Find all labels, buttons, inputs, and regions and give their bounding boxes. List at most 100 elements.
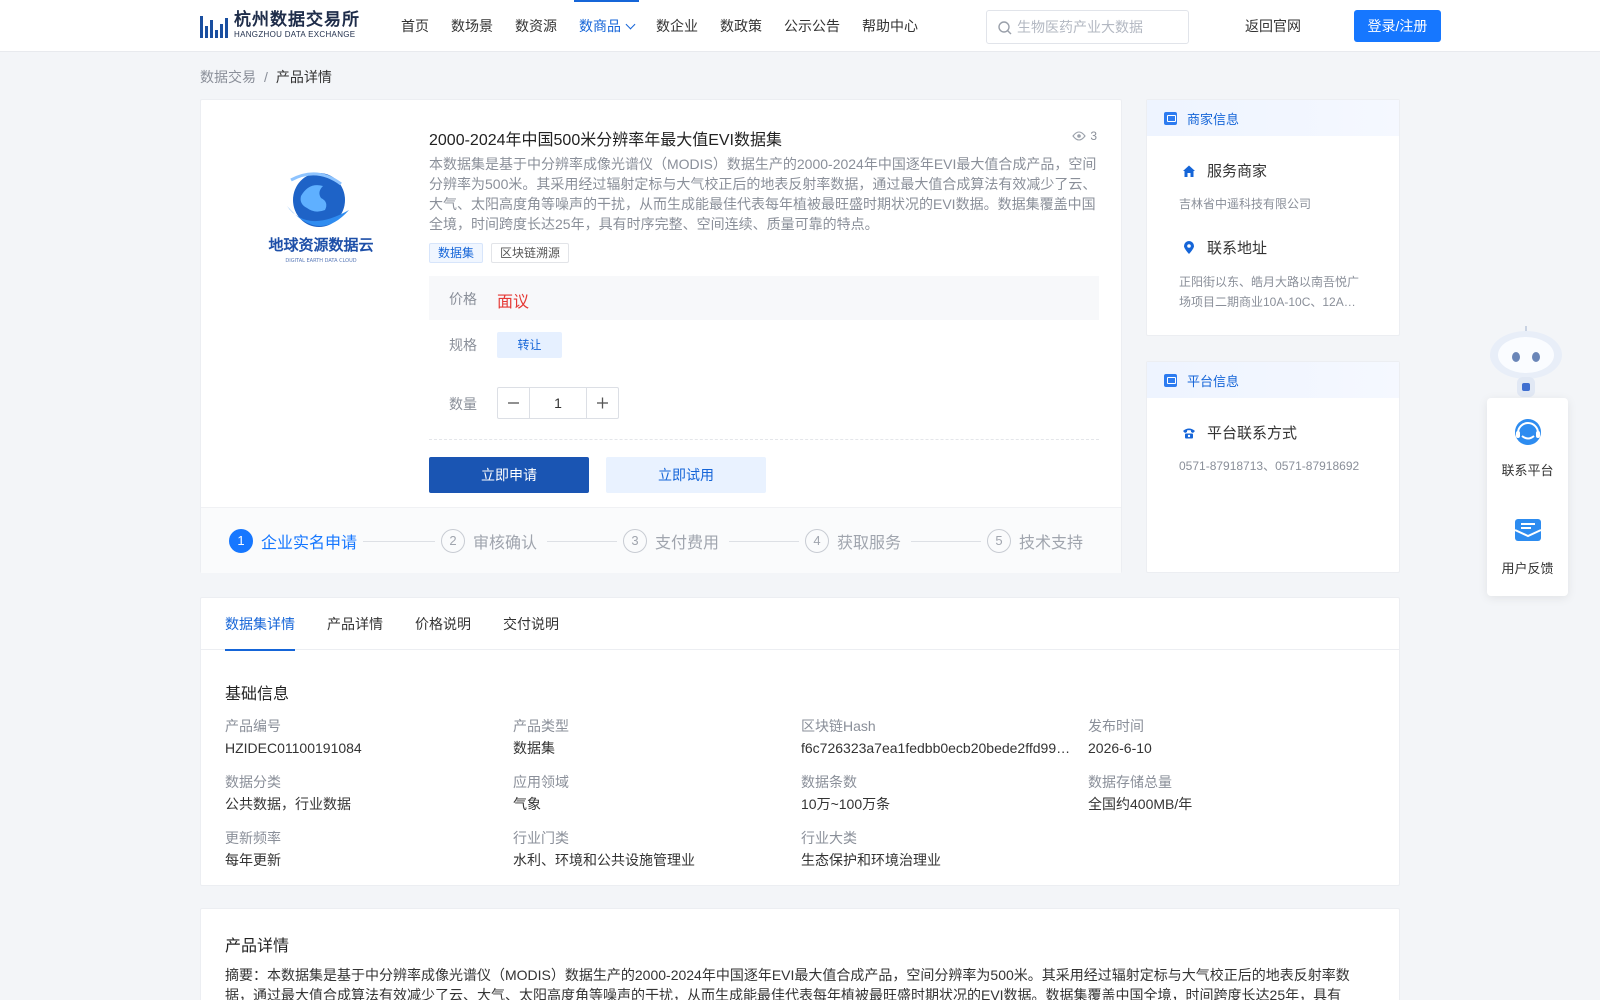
provider-logo-text: 地球资源数据云 (268, 236, 373, 254)
nav-products-label: 数商品 (579, 18, 621, 34)
location-pin-icon (1179, 238, 1199, 258)
user-feedback-button[interactable]: 用户反馈 (1487, 496, 1568, 594)
step-4: 4 获取服务 (805, 529, 901, 553)
field-value: 数据集 (513, 740, 555, 756)
user-feedback-label: 用户反馈 (1501, 561, 1554, 576)
try-now-button[interactable]: 立即试用 (606, 457, 766, 493)
field-label: 更新频率 (225, 830, 281, 846)
provider-logo-subtext: DIGITAL EARTH DATA CLOUD (285, 258, 356, 264)
spec-option-transfer[interactable]: 转让 (497, 332, 562, 358)
nav-products[interactable]: 数商品 (568, 0, 645, 52)
step-5: 5 技术支持 (987, 529, 1083, 553)
nav-home[interactable]: 首页 (390, 0, 440, 52)
nav-policies[interactable]: 数政策 (709, 0, 773, 52)
field-label: 产品类型 (513, 718, 569, 734)
field-value: 气象 (513, 796, 541, 812)
step-number: 1 (229, 529, 253, 553)
provider-logo: 地球资源数据云 DIGITAL EARTH DATA CLOUD (268, 172, 374, 264)
field-value: 全国约400MB/年 (1088, 796, 1193, 812)
merchant-name: 吉林省中遥科技有限公司 (1179, 197, 1312, 211)
platform-info-card: 平台信息 平台联系方式 0571-87918713、0571-87918692 (1146, 361, 1400, 573)
search-icon[interactable] (997, 20, 1013, 36)
field-label: 数据存储总量 (1088, 774, 1172, 790)
step-label: 获取服务 (837, 535, 902, 552)
nav-announcements[interactable]: 公示公告 (773, 0, 851, 52)
nav-help[interactable]: 帮助中心 (851, 0, 929, 52)
breadcrumb-root[interactable]: 数据交易 (200, 69, 256, 85)
tab-dataset-details[interactable]: 数据集详情 (225, 598, 295, 651)
address-label: 联系地址 (1207, 240, 1268, 257)
floating-service-panel: 联系平台 用户反馈 (1487, 398, 1568, 596)
field-publish-date: 发布时间 2026-6-10 (1088, 716, 1363, 758)
main-nav: 首页 数场景 数资源 数商品 数企业 数政策 公示公告 帮助中心 (390, 0, 929, 52)
quantity-label: 数量 (449, 396, 477, 412)
login-register-button[interactable]: 登录/注册 (1354, 10, 1441, 42)
apply-now-button[interactable]: 立即申请 (429, 457, 589, 493)
step-2: 2 审核确认 (441, 529, 537, 553)
feedback-mail-icon (1514, 519, 1542, 541)
field-application-domain: 应用领域 气象 (513, 772, 788, 814)
field-value: 公共数据，行业数据 (225, 796, 351, 812)
logo-title: 杭州数据交易所 (234, 10, 360, 29)
product-title: 2000-2024年中国500米分辨率年最大值EVI数据集 (429, 132, 783, 149)
merchant-info-card: 商家信息 服务商家 吉林省中遥科技有限公司 联系地址 正阳街以东、皓月大路以南吾… (1146, 99, 1400, 336)
quantity-value[interactable]: 1 (529, 388, 587, 418)
merchant-info-title: 商家信息 (1187, 111, 1240, 127)
address-heading: 联系地址 (1179, 237, 1267, 258)
field-label: 产品编号 (225, 718, 281, 734)
field-value: 每年更新 (225, 852, 281, 868)
nav-resources[interactable]: 数资源 (504, 0, 568, 52)
detail-tabs: 数据集详情 产品详情 价格说明 交付说明 (201, 598, 1399, 651)
info-card-icon (1164, 373, 1177, 387)
tab-price-notes[interactable]: 价格说明 (415, 598, 471, 650)
tag-dataset: 数据集 (429, 243, 484, 263)
platform-phone: 0571-87918713、0571-87918692 (1179, 459, 1360, 473)
tab-delivery-notes[interactable]: 交付说明 (503, 598, 559, 650)
platform-info-title: 平台信息 (1187, 373, 1240, 389)
view-count: 3 (1072, 129, 1097, 143)
step-number: 3 (623, 529, 647, 553)
field-record-count: 数据条数 10万~100万条 (801, 772, 1076, 814)
field-label: 数据分类 (225, 774, 281, 790)
field-value: 10万~100万条 (801, 796, 891, 812)
search-input[interactable] (1017, 11, 1185, 43)
decrement-button[interactable] (498, 388, 529, 418)
process-steps: 1 企业实名申请 2 审核确认 3 支付费用 4 获取服务 5 技术支持 (201, 507, 1121, 573)
field-storage-size: 数据存储总量 全国约400MB/年 (1088, 772, 1363, 814)
top-header: 杭州数据交易所 HANGZHOU DATA EXCHANGE 首页 数场景 数资… (0, 0, 1600, 52)
increment-button[interactable] (587, 388, 618, 418)
tab-product-details[interactable]: 产品详情 (327, 598, 383, 650)
chevron-down-icon (625, 19, 636, 30)
nav-enterprises[interactable]: 数企业 (645, 0, 709, 52)
tag-blockchain: 区块链溯源 (491, 243, 570, 263)
search-box (986, 10, 1189, 44)
field-blockchain-hash: 区块链Hash f6c726323a7ea1fedbb0ecb20bede2ff… (801, 716, 1076, 758)
breadcrumb-separator: / (264, 69, 268, 85)
field-industry-section: 行业门类 水利、环境和公共设施管理业 (513, 828, 788, 870)
field-value: 生态保护和环境治理业 (801, 852, 941, 868)
breadcrumb-current: 产品详情 (275, 69, 332, 85)
back-to-home-link[interactable]: 返回官网 (1245, 0, 1301, 52)
logo-subtitle: HANGZHOU DATA EXCHANGE (234, 30, 356, 39)
field-value: f6c726323a7ea1fedbb0ecb20bede2ffd991… (801, 740, 1076, 756)
step-label: 支付费用 (655, 535, 720, 552)
quantity-stepper: 1 (497, 387, 619, 419)
step-label: 审核确认 (473, 535, 538, 552)
product-description: 本数据集是基于中分辨率成像光谱仪（MODIS）数据生产的2000-2024年中国… (429, 156, 1097, 232)
product-detail-title: 产品详情 (225, 938, 290, 955)
contact-platform-button[interactable]: 联系平台 (1487, 398, 1568, 496)
product-card: 地球资源数据云 DIGITAL EARTH DATA CLOUD 2000-20… (200, 99, 1122, 573)
view-count-value: 3 (1090, 129, 1097, 143)
field-value: 水利、环境和公共设施管理业 (513, 852, 695, 868)
product-detail-card: 产品详情 摘要：本数据集是基于中分辨率成像光谱仪（MODIS）数据生产的2000… (200, 908, 1400, 1000)
step-label: 技术支持 (1019, 535, 1084, 552)
step-connector (547, 541, 617, 542)
step-number: 4 (805, 529, 829, 553)
assistant-robot-icon[interactable] (1485, 325, 1567, 400)
nav-scenes[interactable]: 数场景 (440, 0, 504, 52)
plus-icon (597, 397, 608, 409)
service-merchant-heading: 服务商家 (1179, 160, 1267, 181)
site-logo[interactable]: 杭州数据交易所 HANGZHOU DATA EXCHANGE (200, 9, 365, 41)
field-label: 区块链Hash (801, 718, 876, 734)
price-label: 价格 (449, 291, 477, 307)
